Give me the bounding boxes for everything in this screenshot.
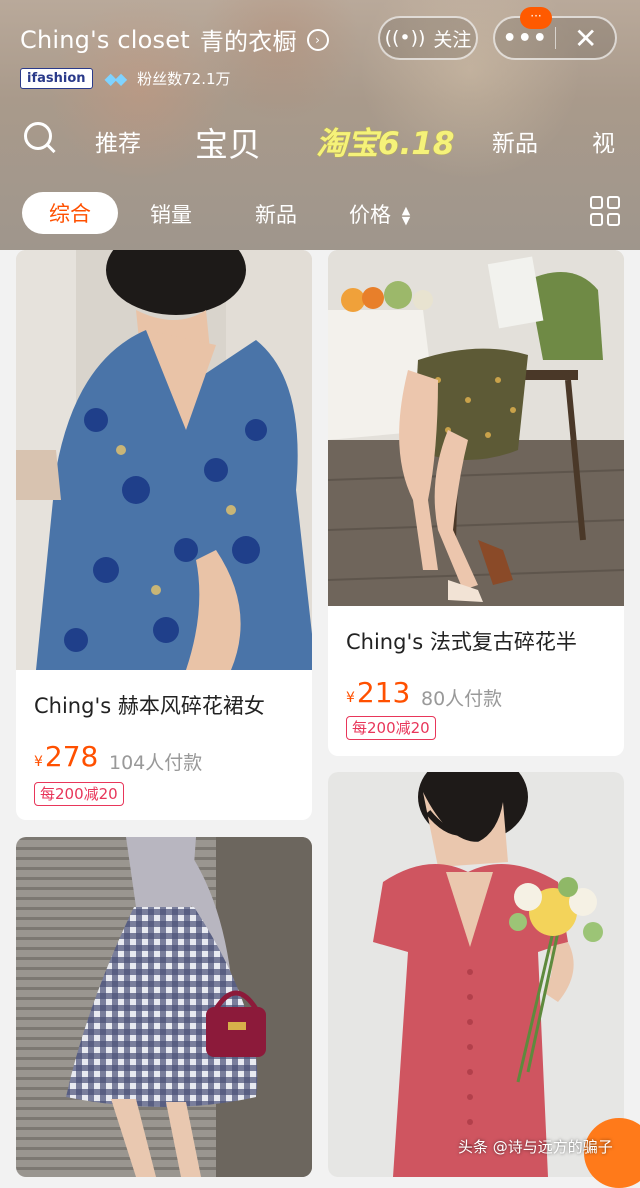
live-signal-icon: ((•)): [384, 27, 426, 49]
sales-count: 80人付款: [421, 688, 503, 710]
tab-taobao-618[interactable]: 淘宝6.18: [316, 118, 455, 163]
price-value: 278: [44, 740, 99, 773]
more-button[interactable]: •••: [495, 26, 555, 51]
promo-tag: 每200减20: [346, 716, 436, 740]
shop-name-en: Ching's closet: [20, 25, 190, 54]
product-price: ¥ 278: [34, 740, 98, 773]
chevron-right-icon[interactable]: ›: [306, 28, 329, 51]
product-price: ¥ 213: [346, 676, 410, 709]
product-image: [16, 250, 312, 670]
sort-sales[interactable]: 销量: [150, 199, 192, 229]
capsule-controls: ••• ✕: [493, 16, 617, 60]
sort-comprehensive[interactable]: 综合: [22, 192, 118, 234]
shop-subinfo: ifashion ◆◆ 粉丝数72.1万: [20, 68, 231, 89]
sort-price-label: 价格: [349, 203, 391, 227]
product-card[interactable]: Ching's 赫本风碎花裙女 ¥ 278 104人付款 每200减20: [16, 250, 312, 820]
sort-price[interactable]: 价格 ▲ ▼: [349, 199, 410, 229]
product-title: Ching's 赫本风碎花裙女: [34, 694, 265, 718]
shop-name-cn: 青的衣橱: [199, 28, 297, 56]
shop-title[interactable]: Ching's closet 青的衣橱 ›: [20, 22, 329, 57]
sort-new[interactable]: 新品: [255, 199, 297, 229]
sort-arrows-icon: ▲ ▼: [401, 204, 411, 227]
promo-tag: 每200减20: [34, 782, 124, 806]
shop-nav: 推荐 宝贝 淘宝6.18 新品 视: [0, 110, 640, 170]
product-card[interactable]: [328, 772, 624, 1177]
grid-view-icon[interactable]: [590, 196, 620, 226]
price-value: 213: [356, 676, 411, 709]
follow-label: 关注: [433, 28, 472, 51]
notification-badge: ···: [520, 7, 552, 29]
product-card[interactable]: Ching's 法式复古碎花半 ¥ 213 80人付款 每200减20: [328, 250, 624, 756]
ifashion-badge: ifashion: [20, 68, 93, 89]
currency-symbol: ¥: [346, 690, 355, 706]
tab-products[interactable]: 宝贝: [195, 118, 261, 166]
tab-recommend[interactable]: 推荐: [95, 124, 141, 158]
search-icon[interactable]: [24, 122, 52, 150]
fans-count: 粉丝数72.1万: [137, 70, 231, 88]
product-title: Ching's 法式复古碎花半: [346, 630, 577, 654]
close-button[interactable]: ✕: [556, 22, 615, 55]
tab-new[interactable]: 新品: [492, 124, 538, 158]
follow-button[interactable]: ((•)) 关注: [378, 16, 478, 60]
product-card[interactable]: [16, 837, 312, 1177]
product-image: [328, 772, 624, 1177]
shop-header: Ching's closet 青的衣橱 › ifashion ◆◆ 粉丝数72.…: [0, 0, 640, 250]
watermark: 头条 @诗与远方的骗子: [458, 1138, 613, 1156]
product-image: [328, 250, 624, 606]
currency-symbol: ¥: [34, 754, 43, 770]
diamond-level-icon: ◆◆: [104, 69, 128, 88]
sort-bar: 综合 销量 新品 价格 ▲ ▼: [0, 190, 640, 236]
tab-video[interactable]: 视: [592, 124, 615, 158]
product-image: [16, 837, 312, 1177]
sales-count: 104人付款: [109, 752, 203, 774]
